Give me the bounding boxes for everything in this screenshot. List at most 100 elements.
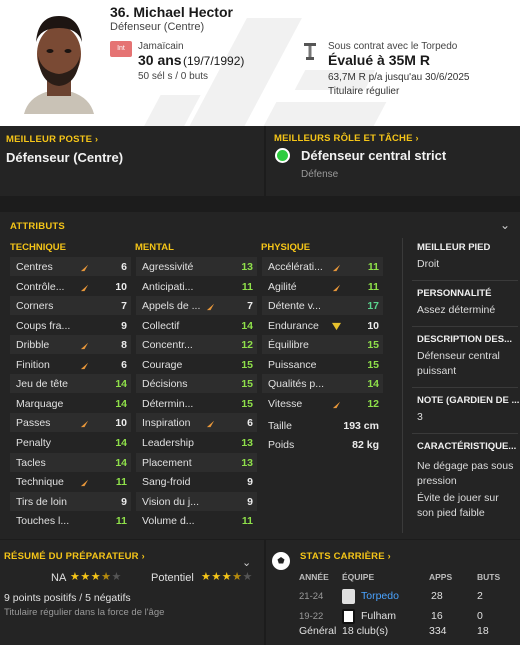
attribute-row[interactable]: Collectif 14 [136, 316, 257, 335]
progress-up-arrow-icon [206, 303, 215, 311]
attribute-name: Vision du j... [142, 495, 200, 508]
attribute-name: Agilité [268, 280, 297, 293]
chevron-down-icon[interactable]: ⌄ [242, 556, 251, 569]
trait-item: Ne dégage pas sous pression [417, 460, 514, 487]
attribute-name: Accélérati... [268, 261, 323, 273]
attribute-row[interactable]: Contrôle... 10 [10, 277, 131, 296]
career-apps: 28 [431, 590, 443, 602]
attribute-row[interactable]: Équilibre 15 [262, 335, 383, 355]
attribute-name: Technique [16, 476, 64, 489]
attribute-row[interactable]: Vitesse 12 [262, 394, 383, 413]
chevron-right-icon: › [95, 134, 99, 144]
attribute-name: Centres [16, 261, 53, 273]
personality-value: Assez déterminé [417, 304, 496, 316]
football-icon [272, 552, 290, 570]
description-value: Défenseur central puissant [417, 350, 500, 377]
attribute-value: 11 [367, 280, 379, 293]
attribute-name: Endurance [268, 319, 319, 332]
attribute-row[interactable]: Concentr... 12 [136, 335, 257, 355]
divider [412, 326, 518, 327]
career-year: 19-22 [299, 611, 324, 622]
progress-up-arrow-icon [206, 421, 215, 428]
attribute-name: Concentr... [142, 339, 193, 352]
attribute-row[interactable]: Sang-froid 9 [136, 472, 257, 491]
attribute-value: 9 [247, 476, 253, 489]
attribute-row[interactable]: Agressivité 13 [136, 257, 257, 276]
attribute-name: Appels de ... [142, 300, 201, 313]
attribute-row[interactable]: Jeu de tête 14 [10, 374, 131, 394]
player-header: 36. Michael Hector Défenseur (Centre) In… [0, 0, 520, 126]
career-row[interactable] [296, 589, 518, 605]
attribute-row[interactable]: Endurance 10 [262, 316, 383, 335]
attribute-value: 11 [241, 515, 253, 528]
attribute-value: 11 [115, 476, 127, 489]
player-age: 30 ans [138, 52, 182, 68]
star-icon: ★ [221, 571, 233, 583]
career-goals: 2 [477, 590, 483, 602]
career-total-clubs: 18 club(s) [342, 625, 389, 637]
attribute-row[interactable]: Détermin... 15 [136, 394, 257, 413]
best-role-duty: Défense [301, 169, 339, 180]
attribute-value: 9 [247, 495, 253, 508]
attribute-row[interactable]: Placement 13 [136, 452, 257, 472]
career-stats-title: STATS CARRIÈRE [300, 551, 385, 562]
attribute-value: 11 [241, 280, 253, 293]
attribute-row[interactable]: Puissance 15 [262, 355, 383, 374]
attribute-value: 14 [367, 378, 379, 391]
attribute-value: 13 [241, 261, 253, 273]
coach-report-link[interactable]: RÉSUMÉ DU PRÉPARATEUR › [4, 551, 145, 562]
chevron-down-icon[interactable]: ⌄ [500, 218, 510, 232]
attribute-row[interactable]: Vision du j... 9 [136, 491, 257, 511]
progress-up-arrow-icon [80, 362, 89, 369]
attribute-value: 15 [241, 378, 253, 391]
attribute-row[interactable]: Leadership 13 [136, 433, 257, 452]
attribute-row[interactable]: Détente v... 17 [262, 296, 383, 316]
attribute-row[interactable]: Passes 10 [10, 413, 131, 433]
attribute-row[interactable]: Corners 7 [10, 296, 131, 316]
attribute-row[interactable]: Décisions 15 [136, 374, 257, 394]
attribute-value: 15 [241, 358, 253, 371]
attribute-name: Détermin... [142, 397, 194, 410]
attribute-row[interactable]: Qualités p... 14 [262, 374, 383, 394]
attribute-row[interactable]: Dribble 8 [10, 335, 131, 355]
chevron-right-icon: › [387, 551, 391, 561]
attribute-name: Passes [16, 417, 51, 430]
attribute-value: 14 [115, 456, 127, 469]
goals-header: BUTS [477, 572, 501, 582]
attribute-name: Jeu de tête [16, 378, 68, 391]
attribute-row[interactable]: Agilité 11 [262, 277, 383, 296]
attribute-row[interactable]: Courage 15 [136, 355, 257, 374]
attribute-row[interactable]: Technique 11 [10, 472, 131, 491]
divider [412, 433, 518, 434]
attribute-row[interactable]: Accélérati... 11 [262, 257, 383, 276]
attribute-name: Leadership [142, 436, 194, 449]
attribute-row[interactable]: Marquage 14 [10, 394, 131, 413]
attribute-value: 7 [247, 300, 253, 313]
year-header: ANNÉE [299, 572, 329, 582]
attribute-row[interactable]: Touches l... 11 [10, 511, 131, 530]
best-position-link[interactable]: MEILLEUR POSTE › [6, 134, 98, 145]
height-label: Taille [268, 420, 292, 432]
attribute-name: Coups fra... [16, 319, 71, 332]
weight-label: Poids [268, 439, 295, 451]
attribute-name: Agressivité [142, 261, 194, 273]
career-total-label: Général [299, 625, 337, 637]
career-club-link[interactable]: Fulham [361, 610, 396, 622]
attribute-row[interactable]: Finition 6 [10, 355, 131, 374]
attribute-row[interactable]: Appels de ... 7 [136, 296, 257, 316]
attribute-row[interactable]: Penalty 14 [10, 433, 131, 452]
attribute-name: Touches l... [16, 515, 70, 528]
attribute-row[interactable]: Tacles 14 [10, 452, 131, 472]
career-club-link[interactable]: Torpedo [361, 590, 399, 602]
best-role-title: MEILLEURS RÔLE ET TÂCHE [274, 133, 413, 144]
career-apps: 16 [431, 610, 443, 622]
attribute-row[interactable]: Centres 6 [10, 257, 131, 276]
attribute-row[interactable]: Anticipati... 11 [136, 277, 257, 296]
attribute-row[interactable]: Inspiration 6 [136, 413, 257, 433]
attribute-row[interactable]: Volume d... 11 [136, 511, 257, 530]
career-stats-link[interactable]: STATS CARRIÈRE › [300, 551, 391, 562]
best-role-link[interactable]: MEILLEURS RÔLE ET TÂCHE › [274, 133, 419, 144]
attribute-row[interactable]: Coups fra... 9 [10, 316, 131, 335]
attribute-value: 14 [115, 378, 127, 391]
attribute-row[interactable]: Tirs de loin 9 [10, 491, 131, 511]
